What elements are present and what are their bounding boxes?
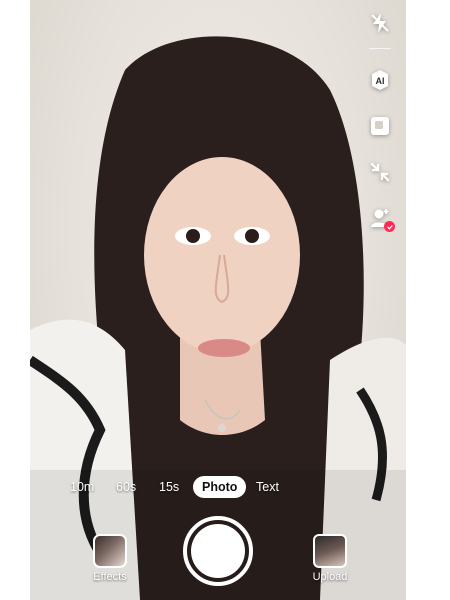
toolbar-divider <box>369 48 391 49</box>
face <box>144 157 300 353</box>
tab-photo[interactable]: Photo <box>193 476 247 498</box>
shutter-inner <box>191 524 245 578</box>
ai-icon: AI <box>372 70 388 90</box>
mode-tabs: 10m 60s 15s Photo Text <box>30 476 406 498</box>
tab-15s[interactable]: 15s <box>159 476 179 498</box>
effects-thumbnail <box>93 534 127 568</box>
add-person-button[interactable] <box>363 201 397 235</box>
shutter-button[interactable] <box>183 516 253 586</box>
tab-10m[interactable]: 10m <box>70 476 94 498</box>
check-badge <box>384 221 395 232</box>
effects-button[interactable]: Effects <box>86 534 134 583</box>
square-icon <box>371 117 389 135</box>
camera-screen: AI 10m 60s 15s Photo Text Effects Upload <box>30 0 406 600</box>
check-icon <box>386 224 393 230</box>
frame-button[interactable] <box>363 109 397 143</box>
ai-button[interactable]: AI <box>363 63 397 97</box>
upload-button[interactable]: Upload <box>306 534 354 583</box>
flash-off-icon <box>371 13 389 33</box>
mouth <box>198 339 250 357</box>
upload-thumbnail <box>313 534 347 568</box>
tab-60s[interactable]: 60s <box>116 476 136 498</box>
effects-label: Effects <box>93 571 127 583</box>
flash-toggle[interactable] <box>363 6 397 40</box>
collapse-icon <box>370 162 390 182</box>
right-toolbar: AI <box>360 6 400 247</box>
collapse-button[interactable] <box>363 155 397 189</box>
camera-preview <box>30 36 406 600</box>
tab-text[interactable]: Text <box>256 476 279 498</box>
ai-icon-text: AI <box>376 76 385 86</box>
upload-label: Upload <box>312 571 348 583</box>
